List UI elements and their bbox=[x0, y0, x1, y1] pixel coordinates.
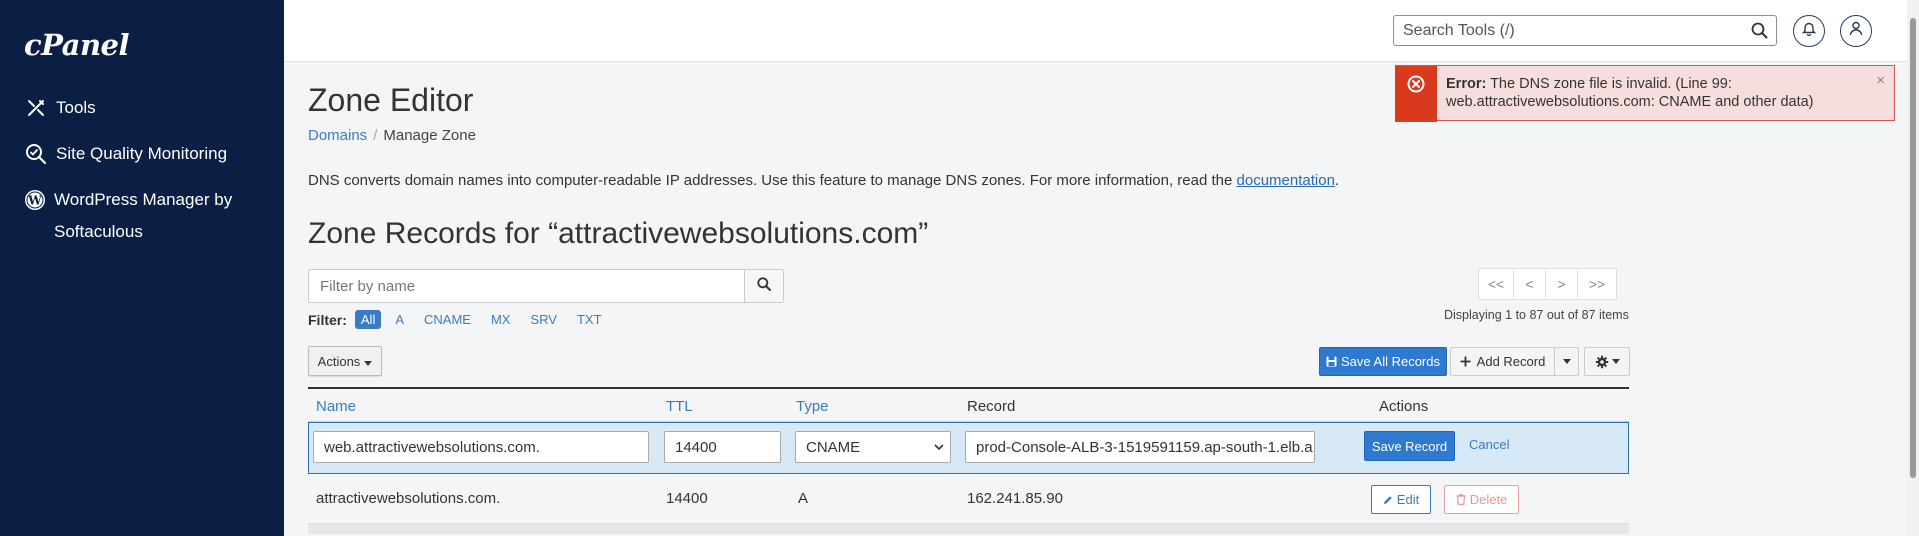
filter-search-button[interactable] bbox=[744, 270, 783, 302]
breadcrumb-domains-link[interactable]: Domains bbox=[308, 127, 367, 144]
column-name[interactable]: Name bbox=[316, 398, 356, 415]
page-scrollbar[interactable] bbox=[1907, 0, 1919, 536]
filter-mx[interactable]: MX bbox=[485, 310, 517, 329]
record-ttl: 14400 bbox=[666, 490, 708, 507]
actions-label: Actions bbox=[317, 353, 361, 369]
magnifier-check-icon bbox=[24, 138, 48, 170]
filter-all[interactable]: All bbox=[354, 310, 382, 329]
error-icon bbox=[1395, 66, 1437, 122]
breadcrumb: Domains / Manage Zone bbox=[308, 127, 476, 144]
plus-icon bbox=[1460, 356, 1471, 367]
page-description: DNS converts domain names into computer-… bbox=[308, 172, 1339, 189]
tools-icon bbox=[24, 92, 48, 124]
type-filter: Filter: All A CNAME MX SRV TXT bbox=[308, 310, 616, 329]
description-suffix: . bbox=[1334, 172, 1340, 189]
first-page-button[interactable]: << bbox=[1478, 268, 1514, 300]
table-row-partial bbox=[308, 524, 1629, 534]
prev-page-button[interactable]: < bbox=[1513, 268, 1546, 300]
search-input[interactable] bbox=[1394, 16, 1724, 45]
item-count: Displaying 1 to 87 out of 87 items bbox=[1444, 308, 1629, 322]
documentation-link[interactable]: documentation bbox=[1237, 172, 1335, 189]
column-ttl[interactable]: TTL bbox=[666, 398, 693, 415]
record-type-value: CNAME bbox=[806, 438, 861, 456]
trash-icon bbox=[1456, 494, 1466, 505]
svg-text:W: W bbox=[27, 194, 42, 208]
filter-by-name[interactable] bbox=[308, 269, 784, 303]
error-message: Error: The DNS zone file is invalid. (Li… bbox=[1446, 75, 1866, 111]
delete-label: Delete bbox=[1469, 492, 1508, 507]
search-icon bbox=[757, 276, 771, 296]
chevron-down-icon bbox=[934, 444, 944, 450]
sidebar-item-wordpress[interactable]: W WordPress Manager by Softaculous bbox=[24, 184, 254, 248]
description-text: DNS converts domain names into computer-… bbox=[308, 172, 1233, 189]
scrollbar-thumb[interactable] bbox=[1910, 18, 1916, 478]
search-tools[interactable] bbox=[1393, 15, 1777, 46]
error-prefix: Error: bbox=[1446, 76, 1487, 92]
filter-a[interactable]: A bbox=[389, 310, 410, 329]
record-value-field[interactable]: prod-Console-ALB-3-1519591159.ap-south-1… bbox=[965, 431, 1315, 463]
caret-down-icon bbox=[1611, 359, 1620, 364]
add-record-button[interactable]: Add Record bbox=[1450, 347, 1555, 376]
sidebar: cPanel Tools Site Quality Monitoring W W… bbox=[0, 0, 284, 536]
wordpress-icon: W bbox=[24, 184, 46, 216]
filter-input[interactable] bbox=[309, 270, 729, 302]
column-record: Record bbox=[967, 398, 1016, 415]
save-record-button[interactable]: Save Record bbox=[1364, 431, 1455, 461]
record-type: A bbox=[798, 490, 809, 507]
user-icon bbox=[1849, 21, 1863, 41]
sidebar-item-tools[interactable]: Tools bbox=[24, 92, 96, 124]
record-name: attractivewebsolutions.com. bbox=[316, 490, 501, 507]
sidebar-item-label: Tools bbox=[56, 98, 96, 117]
pencil-icon bbox=[1383, 495, 1393, 505]
page-title: Zone Editor bbox=[308, 82, 474, 118]
close-alert-icon[interactable]: × bbox=[1876, 72, 1885, 89]
actions-dropdown[interactable]: Actions bbox=[308, 346, 382, 376]
record-name-field[interactable]: web.attractivewebsolutions.com. bbox=[313, 431, 649, 463]
zone-records-table: Name TTL Type Record Actions web.attract… bbox=[308, 387, 1629, 534]
delete-button[interactable]: Delete bbox=[1444, 485, 1519, 514]
last-page-button[interactable]: >> bbox=[1577, 268, 1617, 300]
table-row: attractivewebsolutions.com. 14400 A 162.… bbox=[308, 474, 1629, 524]
gear-icon bbox=[1595, 355, 1609, 369]
cancel-link[interactable]: Cancel bbox=[1469, 437, 1509, 452]
next-page-button[interactable]: > bbox=[1545, 268, 1578, 300]
filter-srv[interactable]: SRV bbox=[524, 310, 563, 329]
sidebar-item-label: WordPress Manager by Softaculous bbox=[54, 190, 233, 241]
settings-dropdown[interactable] bbox=[1584, 347, 1630, 376]
filter-txt[interactable]: TXT bbox=[571, 310, 608, 329]
caret-down-icon bbox=[1562, 359, 1571, 364]
user-menu-button[interactable] bbox=[1840, 15, 1872, 47]
save-all-label: Save All Records bbox=[1341, 354, 1440, 369]
record-ttl-field[interactable]: 14400 bbox=[664, 431, 781, 463]
edit-button[interactable]: Edit bbox=[1371, 485, 1431, 514]
floppy-icon bbox=[1326, 356, 1337, 367]
error-alert: Error: The DNS zone file is invalid. (Li… bbox=[1395, 65, 1895, 122]
error-text: The DNS zone file is invalid. (Line 99: … bbox=[1446, 76, 1814, 110]
caret-down-icon bbox=[364, 354, 373, 369]
filter-cname[interactable]: CNAME bbox=[418, 310, 477, 329]
column-actions: Actions bbox=[1379, 398, 1429, 415]
zone-records-title: Zone Records for “attractivewebsolutions… bbox=[308, 217, 929, 250]
column-type[interactable]: Type bbox=[796, 398, 829, 415]
pagination: << < > >> bbox=[1478, 268, 1617, 300]
add-record-dropdown[interactable] bbox=[1554, 347, 1579, 376]
record-type-select[interactable]: CNAME bbox=[795, 431, 951, 463]
filter-label: Filter: bbox=[308, 311, 347, 328]
sidebar-item-label: Site Quality Monitoring bbox=[56, 144, 228, 163]
cpanel-logo[interactable]: cPanel bbox=[24, 28, 130, 62]
add-record-label: Add Record bbox=[1476, 354, 1546, 369]
record-value: 162.241.85.90 bbox=[967, 490, 1063, 507]
breadcrumb-separator: / bbox=[373, 127, 378, 144]
table-header: Name TTL Type Record Actions bbox=[308, 387, 1629, 422]
bell-icon bbox=[1801, 21, 1817, 41]
edit-label: Edit bbox=[1396, 492, 1420, 507]
notifications-button[interactable] bbox=[1793, 15, 1825, 47]
search-icon[interactable] bbox=[1751, 22, 1768, 44]
sidebar-item-site-quality[interactable]: Site Quality Monitoring bbox=[24, 138, 227, 170]
breadcrumb-current: Manage Zone bbox=[383, 127, 476, 144]
table-row-editing: web.attractivewebsolutions.com. 14400 CN… bbox=[308, 422, 1629, 474]
save-all-records-button[interactable]: Save All Records bbox=[1319, 347, 1447, 376]
